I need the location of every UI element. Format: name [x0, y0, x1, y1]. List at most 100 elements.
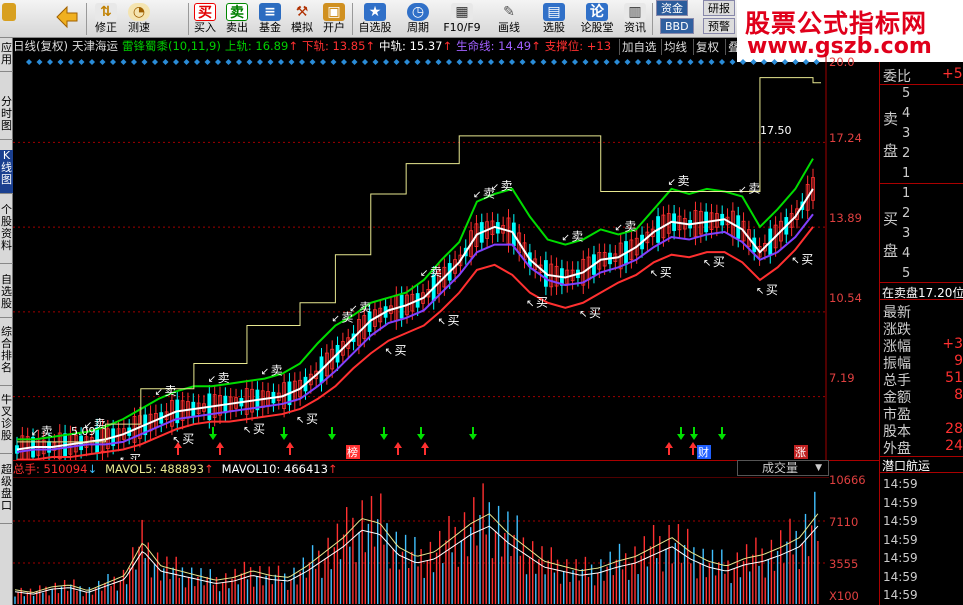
signal-arrow-icon: ↙ [208, 374, 216, 385]
tab-apps[interactable]: 应用 [0, 42, 13, 72]
indicator-line [17, 158, 814, 441]
quote-field-value: 8 [954, 387, 963, 403]
buy-signal-label: 买 [660, 265, 672, 279]
tab-diagnosis[interactable]: 牛叉诊股 [0, 394, 13, 454]
overlay-button[interactable]: 叠 [725, 39, 737, 55]
tick-time: 14:59 [883, 514, 918, 528]
forum-icon: 论 [586, 3, 608, 21]
event-diamond [782, 59, 788, 65]
event-diamond [666, 59, 673, 65]
up-event-marker [665, 442, 673, 455]
event-diamond [278, 59, 284, 65]
event-diamond [614, 59, 620, 65]
tab-super-book[interactable]: 超级盘口 [0, 464, 13, 524]
up-arrow-icon: ↑ [442, 39, 453, 53]
event-diamond [771, 59, 778, 65]
event-diamond [362, 59, 368, 65]
signal-arrow-icon: ↙ [261, 367, 269, 378]
event-diamond [162, 59, 169, 65]
up-event-marker [421, 442, 429, 455]
draw-line-button[interactable]: ✎ 画线 [492, 0, 526, 38]
adjust-button[interactable]: 复权 [693, 39, 721, 55]
add-watchlist-button[interactable]: 加自选 [619, 39, 659, 55]
event-badge-label: 财 [698, 445, 709, 459]
news-icon: ▥ [624, 3, 646, 21]
upper-band-value: 上轨: 16.89 [224, 39, 289, 53]
toolbar-label: 资讯 [624, 21, 646, 34]
tab-kline[interactable]: K线图 [0, 150, 13, 194]
event-diamond [803, 59, 809, 65]
back-button[interactable] [52, 0, 82, 38]
event-diamond [78, 59, 85, 65]
period-button[interactable]: ◷ 周期 [398, 0, 438, 38]
event-diamond [593, 59, 599, 65]
event-diamond [551, 59, 557, 65]
kline-chart[interactable]: 卖↙买↖卖↙买↖卖↙买↖卖↙买↖卖↙买↖卖↙卖↙买↖卖↙买↖卖↙卖↙买↖卖↙买↖… [13, 55, 879, 460]
tab-stock-profile[interactable]: 个股资料 [0, 204, 13, 264]
sell-level: 1 [902, 166, 911, 181]
toolbar-logo[interactable] [0, 0, 18, 38]
quote-field-row: 外盘 24 [883, 438, 963, 458]
refresh-button[interactable]: ⇅ 修正 [90, 0, 122, 38]
buy-level: 5 [902, 266, 911, 281]
bbd-button[interactable]: BBD [660, 18, 694, 34]
moving-average-button[interactable]: 均线 [661, 39, 689, 55]
research-report-button[interactable]: 研报 [703, 0, 735, 16]
event-diamond [467, 59, 473, 65]
event-diamond [761, 59, 767, 65]
volume-indicator-select[interactable]: 成交量 ▼ [737, 460, 829, 476]
speed-test-button[interactable]: ◔ 测速 [122, 0, 156, 38]
signal-arrow-icon: ↖ [703, 258, 711, 269]
capital-button[interactable]: 资金 [656, 0, 688, 16]
buy-button[interactable]: 买 买入 [190, 0, 220, 38]
sell-signal-label: 卖 [501, 179, 513, 193]
event-diamond [204, 59, 211, 65]
toolbar-label: 修正 [95, 21, 117, 34]
buy-signal-label: 买 [394, 344, 406, 358]
toolbar-label: 基金 [259, 21, 281, 34]
event-diamond [299, 59, 305, 65]
period-label[interactable]: 日线(复权) [13, 39, 68, 53]
event-diamond [236, 59, 242, 65]
event-diamond [47, 59, 53, 65]
buy-signal-label: 买 [129, 452, 141, 460]
stock-select-button[interactable]: ▤ 选股 [534, 0, 574, 38]
simulate-button[interactable]: ⚒ 模拟 [286, 0, 318, 38]
buy-book-label: 买 [883, 210, 899, 228]
event-diamond [603, 59, 610, 65]
watchlist-button[interactable]: ★ 自选股 [354, 0, 396, 38]
price-axis-label: 17.24 [829, 131, 862, 145]
forum-button[interactable]: 论 论股堂 [578, 0, 616, 38]
tab-ranking[interactable]: 综合排名 [0, 326, 13, 386]
volume-axis-unit: X100 [829, 589, 859, 603]
tab-watchlist[interactable]: 自选股 [0, 274, 13, 318]
event-diamond [330, 59, 337, 65]
buy-level: 1 [902, 186, 911, 201]
indicator-name[interactable]: 雷锋蜀黍(10,11,9) [122, 39, 221, 53]
news-button[interactable]: ▥ 资讯 [620, 0, 650, 38]
signal-arrow-icon: ↙ [420, 268, 428, 279]
price-axis-label: 7.19 [829, 371, 855, 385]
fund-button[interactable]: ≡ 基金 [254, 0, 286, 38]
sell-button[interactable]: 卖 卖出 [222, 0, 252, 38]
quote-field-value: 51 [945, 370, 963, 386]
f10-button[interactable]: ▦ F10/F9 [440, 0, 484, 38]
down-event-marker [677, 427, 685, 440]
toolbar-label: 自选股 [358, 21, 392, 34]
mavol10-value: MAVOL10: 466413 [221, 462, 328, 476]
event-diamond [372, 59, 379, 65]
event-diamond [509, 59, 515, 65]
fund-icon: ≡ [259, 3, 281, 21]
signal-arrow-icon: ↙ [491, 182, 499, 193]
down-arrow-icon: ↓ [87, 462, 98, 476]
tab-intraday[interactable]: 分时图 [0, 96, 13, 140]
open-account-button[interactable]: ▣ 开户 [318, 0, 350, 38]
down-event-marker [280, 427, 288, 440]
event-diamond [215, 59, 221, 65]
tick-time: 14:59 [883, 495, 918, 510]
event-diamond [677, 59, 683, 65]
quote-field-value: 28 [945, 421, 963, 437]
alert-button[interactable]: 预警 [703, 18, 735, 34]
sell-signal-label: 卖 [94, 417, 106, 431]
volume-chart[interactable] [13, 477, 829, 605]
